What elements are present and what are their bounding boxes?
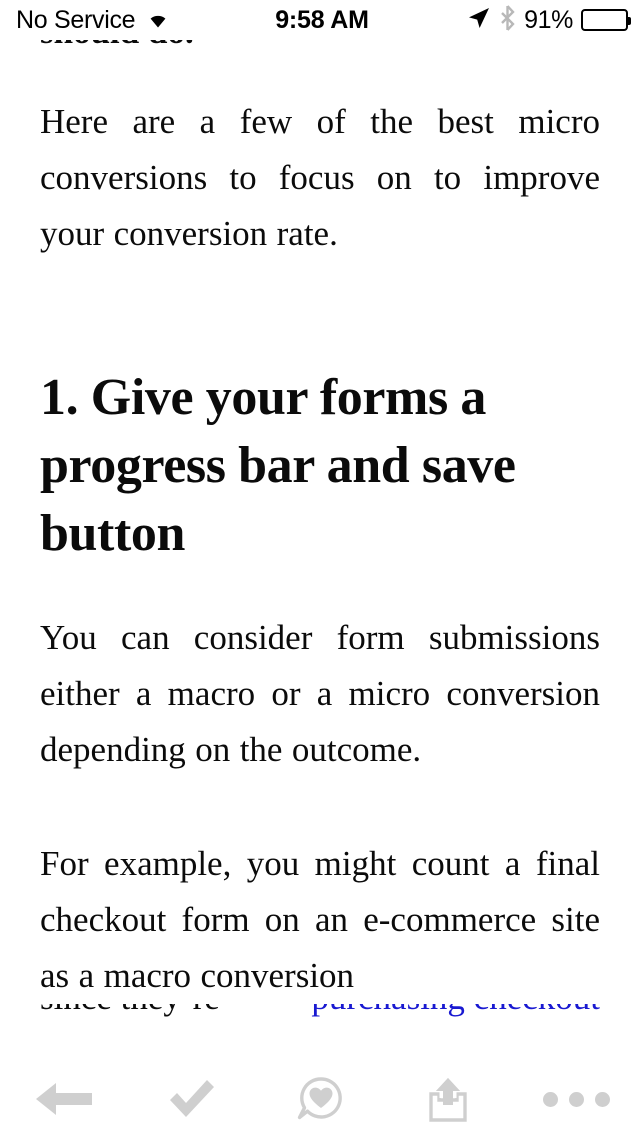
checkmark-icon	[167, 1078, 217, 1120]
like-button[interactable]	[256, 1062, 384, 1136]
status-bar-left: No Service	[0, 7, 246, 33]
clock-label: 9:58 AM	[275, 5, 369, 34]
share-button[interactable]	[384, 1062, 512, 1136]
status-bar-right: 91%	[398, 4, 640, 36]
paragraph-example: For example, you might count a final che…	[40, 844, 600, 995]
paragraph-intro: Here are a few of the best micro convers…	[40, 102, 600, 253]
clipped-next-line: since they’re purchasing checkout	[40, 1004, 600, 1022]
clipped-previous-line: should do.	[40, 40, 600, 60]
reader-content[interactable]: should do. Here are a few of the best mi…	[0, 40, 640, 1062]
share-icon	[427, 1075, 469, 1123]
status-bar-center: 9:58 AM	[246, 5, 398, 34]
more-button[interactable]	[512, 1062, 640, 1136]
article-body: should do. Here are a few of the best mi…	[0, 40, 640, 1022]
back-button[interactable]	[0, 1062, 128, 1136]
bluetooth-icon	[499, 4, 516, 36]
inline-link[interactable]: purchasing checkout	[311, 1004, 600, 1022]
location-arrow-icon	[467, 6, 491, 35]
back-arrow-icon	[36, 1080, 92, 1118]
heart-bubble-icon	[296, 1076, 344, 1122]
more-dots-icon	[542, 1091, 610, 1107]
clipped-next-line-text: since they’re	[40, 1004, 220, 1022]
battery-percent-label: 91%	[524, 5, 573, 34]
bottom-toolbar	[0, 1062, 640, 1136]
mark-read-button[interactable]	[128, 1062, 256, 1136]
status-bar: No Service 9:58 AM 91%	[0, 0, 640, 40]
wifi-icon	[144, 7, 172, 33]
paragraph-form-submissions: You can consider form submissions either…	[40, 618, 600, 769]
carrier-label: No Service	[16, 5, 136, 34]
battery-icon	[581, 9, 631, 31]
page-title: 1. Give your forms a progress bar and sa…	[40, 369, 516, 562]
